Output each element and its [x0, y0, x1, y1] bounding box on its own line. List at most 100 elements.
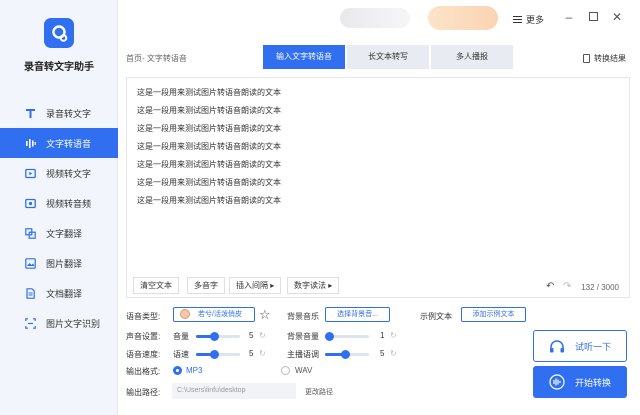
more-menu-button[interactable]: 更多: [513, 13, 544, 26]
breadcrumb: 首页- 文字转语音: [126, 54, 187, 63]
tab-multi-speaker[interactable]: 多人播报: [431, 45, 513, 69]
speed-knob[interactable]: [210, 350, 219, 359]
listen-label: 试听一下: [574, 341, 611, 352]
bg-volume-value: 1: [380, 331, 385, 340]
bg-volume-reset-icon[interactable]: ↻: [390, 331, 397, 340]
sidebar-item-doc-translate[interactable]: 文档翻译: [0, 278, 118, 308]
sound-settings-label: 声音设置:: [126, 332, 161, 341]
minimize-button[interactable]: –: [563, 11, 575, 23]
editor-line: 这是一段用来测试图片转语音朗读的文本: [137, 196, 281, 205]
sidebar-item-label: 视频转音频: [46, 198, 92, 209]
insert-pause-button[interactable]: 插入间隔 ▸: [229, 277, 282, 294]
format-wav-label[interactable]: WAV: [295, 366, 312, 375]
clear-text-button[interactable]: 清空文本: [133, 277, 179, 294]
start-convert-button[interactable]: 开始转换: [533, 366, 627, 398]
menu-icon: [513, 14, 522, 25]
conversion-result-link[interactable]: 转换结果: [583, 53, 626, 64]
sidebar-item-label: 视频转文字: [46, 168, 92, 179]
sidebar-item-label: 录音转文字: [46, 108, 92, 119]
bg-volume-knob[interactable]: [325, 332, 334, 341]
speed-sub-label: 语速: [173, 350, 189, 359]
voice-select-button[interactable]: 若兮/活泼俏皮: [173, 307, 255, 322]
text-editor[interactable]: 这是一段用来测试图片转语音朗读的文本 这是一段用来测试图片转语音朗读的文本 这是…: [126, 77, 630, 298]
volume-knob[interactable]: [210, 332, 219, 341]
listen-button[interactable]: 试听一下: [533, 330, 627, 362]
format-mp3-label[interactable]: MP3: [186, 366, 202, 375]
bg-music-label: 背景音乐: [287, 312, 319, 321]
document-icon: [24, 287, 37, 300]
sidebar-item-audio-to-text[interactable]: 录音转文字: [0, 98, 118, 128]
format-mp3-radio[interactable]: [173, 366, 182, 375]
sidebar-item-label: 图片文字识别: [46, 318, 101, 329]
convert-wave-icon: [549, 374, 565, 390]
headphones-icon: [549, 339, 565, 353]
maximize-icon: [588, 12, 598, 21]
sidebar-item-video-to-audio[interactable]: 视频转音频: [0, 188, 118, 218]
video-audio-icon: [24, 197, 37, 210]
pitch-value: 5: [380, 349, 385, 358]
editor-line: 这是一段用来测试图片转语音朗读的文本: [137, 124, 281, 133]
sidebar-item-video-to-text[interactable]: 视频转文字: [0, 158, 118, 188]
pitch-knob[interactable]: [341, 350, 350, 359]
editor-line: 这是一段用来测试图片转语音朗读的文本: [137, 106, 281, 115]
minimize-icon: –: [565, 10, 573, 24]
tab-long-text[interactable]: 长文本转写: [347, 45, 429, 69]
sidebar-item-ocr[interactable]: 图片文字识别: [0, 308, 118, 338]
output-path-field[interactable]: C:\Users\linfu\desktop: [172, 383, 296, 399]
sidebar-nav: 录音转文字 文字转语音 视频转文字 视频转音频 文字翻译 图片翻译 文档翻译 图…: [0, 98, 118, 338]
sidebar-item-text-translate[interactable]: 文字翻译: [0, 218, 118, 248]
sidebar-item-label: 文档翻译: [46, 288, 83, 299]
change-path-link[interactable]: 更改路径: [305, 387, 333, 397]
more-label: 更多: [526, 15, 545, 25]
sidebar-item-text-to-speech[interactable]: 文字转语音: [0, 128, 118, 158]
close-icon: ✕: [611, 10, 623, 24]
close-button[interactable]: ✕: [611, 11, 623, 23]
sidebar-item-label: 图片翻译: [46, 258, 83, 269]
pitch-label: 主播语调: [287, 350, 319, 359]
output-format-label: 输出格式:: [126, 367, 161, 376]
insert-pause-label: 插入间隔: [236, 281, 268, 290]
waveform-icon: [24, 137, 37, 150]
select-bg-music-button[interactable]: 选择背景音...: [325, 307, 390, 322]
vip-banner-blurred[interactable]: [428, 6, 498, 30]
speed-reset-icon[interactable]: ↻: [259, 349, 266, 358]
editor-line: 这是一段用来测试图片转语音朗读的文本: [137, 178, 281, 187]
text-t-icon: [24, 107, 37, 120]
voice-type-label: 语音类型:: [126, 312, 161, 321]
sidebar-item-label: 文字转语音: [46, 138, 92, 149]
speech-speed-label: 语音速度:: [126, 350, 161, 359]
voice-name: 若兮/活泼俏皮: [198, 311, 242, 318]
digit-reading-button[interactable]: 数字读法 ▸: [287, 277, 340, 294]
maximize-button[interactable]: [587, 11, 599, 23]
volume-value: 5: [249, 331, 254, 340]
caret-right-icon: ▸: [270, 281, 275, 290]
undo-icon[interactable]: ↶: [546, 281, 554, 292]
volume-reset-icon[interactable]: ↻: [259, 331, 266, 340]
sidebar-item-label: 文字翻译: [46, 228, 83, 239]
result-doc-icon: [583, 54, 590, 63]
redo-icon[interactable]: ↷: [563, 281, 571, 292]
caret-right-icon: ▸: [328, 281, 333, 290]
pitch-reset-icon[interactable]: ↻: [390, 349, 397, 358]
editor-lines[interactable]: 这是一段用来测试图片转语音朗读的文本 这是一段用来测试图片转语音朗读的文本 这是…: [137, 87, 281, 213]
app-logo: [44, 18, 74, 48]
add-sample-button[interactable]: 添加示例文本: [461, 307, 526, 322]
convert-label: 开始转换: [574, 377, 611, 388]
speed-value: 5: [249, 349, 254, 358]
app-name: 录音转文字助手: [24, 62, 94, 73]
translate-icon: [24, 227, 37, 240]
sidebar-item-image-translate[interactable]: 图片翻译: [0, 248, 118, 278]
logo-icon: [52, 25, 68, 42]
editor-line: 这是一段用来测试图片转语音朗读的文本: [137, 88, 281, 97]
tab-input-text[interactable]: 输入文字转语音: [263, 45, 345, 69]
image-translate-icon: [24, 257, 37, 270]
favorite-star-icon[interactable]: ☆: [259, 308, 271, 321]
bg-volume-label: 背景音量: [287, 332, 319, 341]
polyphone-button[interactable]: 多音字: [187, 277, 225, 294]
digit-reading-label: 数字读法: [294, 281, 326, 290]
format-wav-radio[interactable]: [281, 366, 290, 375]
mode-tabs: 输入文字转语音 长文本转写 多人播报: [263, 45, 515, 69]
voice-avatar: [180, 309, 190, 319]
account-info-blurred[interactable]: [340, 8, 410, 28]
sample-text-label: 示例文本: [420, 312, 452, 321]
